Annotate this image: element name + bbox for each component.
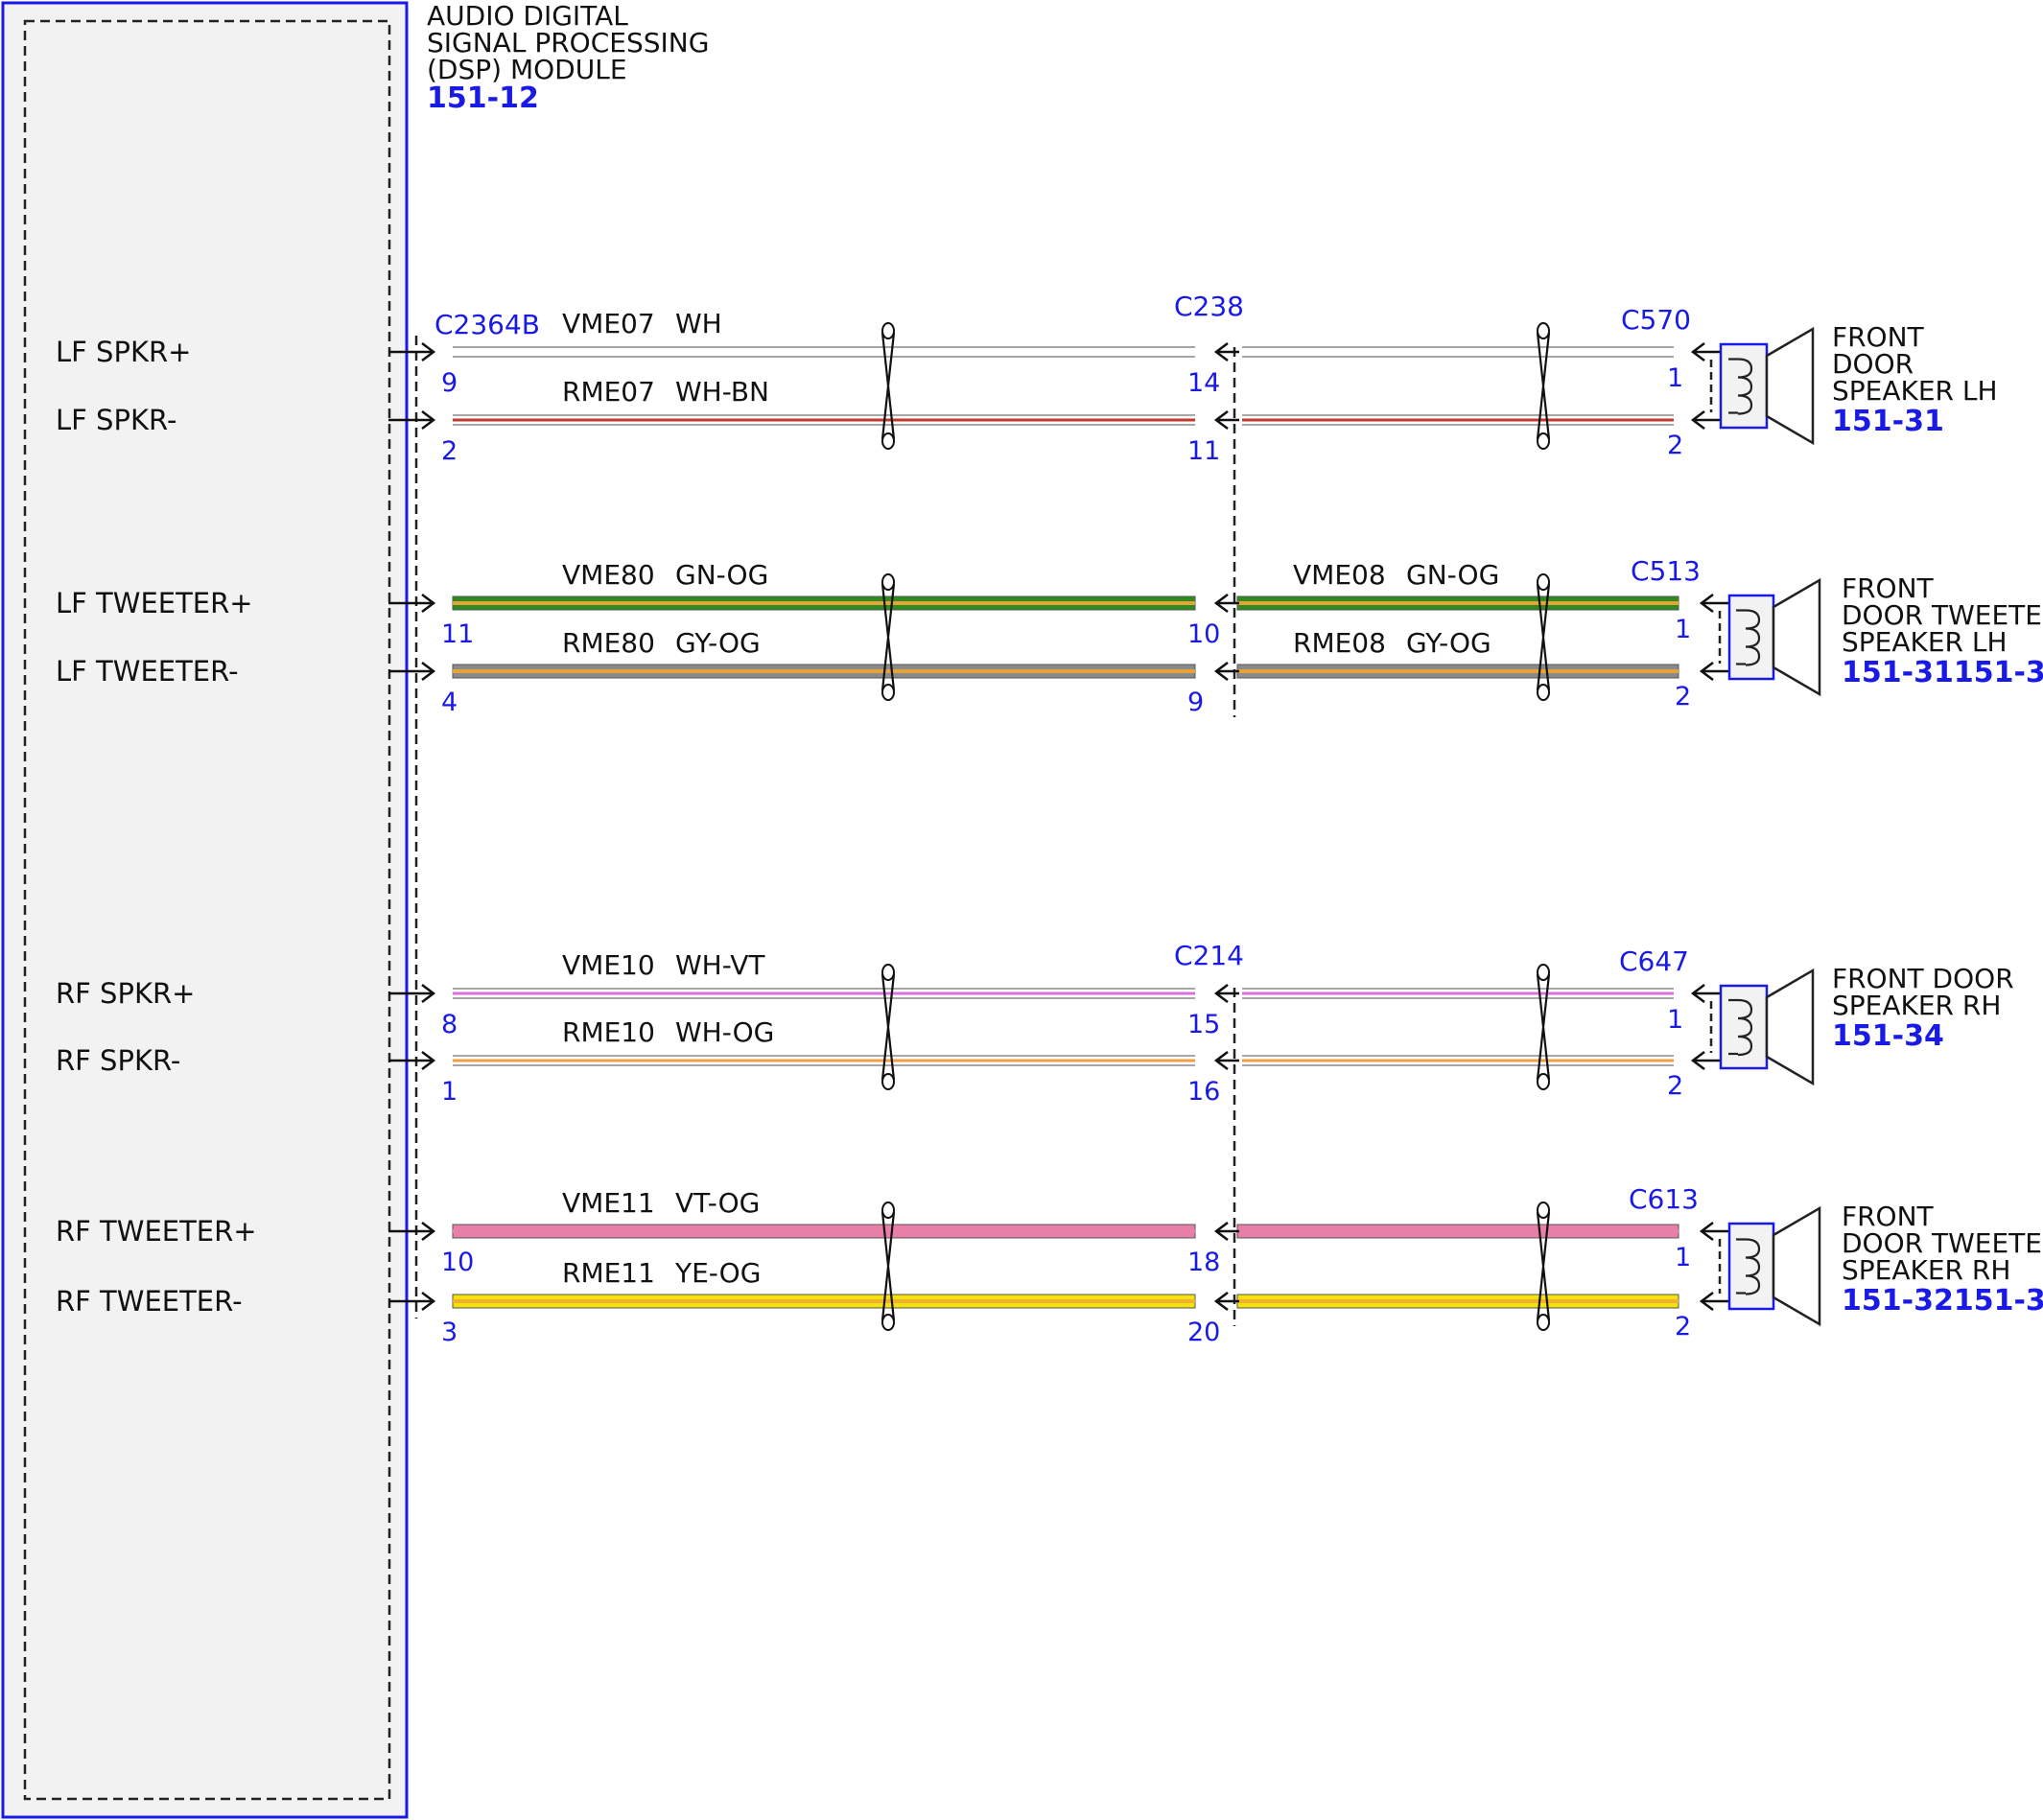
component-connector-label: C613 — [1629, 1183, 1699, 1215]
component-pin-number: 1 — [1667, 1005, 1683, 1035]
twisted-pair-marker — [881, 332, 896, 440]
module-connector-label: C2364B — [434, 309, 540, 340]
signal-label: RF TWEETER+ — [56, 1215, 257, 1248]
twist-end-bottom — [1537, 684, 1550, 701]
component-name-line: SPEAKER RH — [1832, 990, 2001, 1021]
wire-color-label: WH-OG — [675, 1016, 774, 1048]
inline-pin-number: 9 — [1187, 688, 1204, 717]
twist-end-top — [881, 964, 895, 981]
component-pin-number: 2 — [1675, 1312, 1691, 1342]
twist-end-top — [1537, 964, 1550, 981]
component-pin-number: 2 — [1667, 1071, 1683, 1101]
twist-end-bottom — [1537, 432, 1550, 450]
circuit-label: RME07 — [562, 376, 655, 408]
speaker-body — [1727, 594, 1775, 681]
speaker-cone-icon — [1765, 968, 1815, 1086]
wire-color-label: WH-VT — [675, 949, 765, 981]
circuit-label: VME80 — [562, 559, 655, 591]
twist-end-top — [881, 573, 895, 591]
signal-label: RF SPKR- — [56, 1044, 180, 1077]
twist-end-bottom — [881, 1073, 895, 1090]
right-circuit-label: RME08 — [1293, 627, 1386, 659]
wire-color-label: WH — [675, 308, 722, 339]
speaker-body — [1719, 984, 1769, 1070]
twist-end-top — [1537, 322, 1550, 339]
speaker-body — [1719, 342, 1769, 430]
twist-end-top — [881, 322, 895, 339]
speaker-cone-icon — [1765, 326, 1815, 446]
twist-end-bottom — [881, 432, 895, 450]
circuit-label: VME10 — [562, 949, 655, 981]
module-pin-number: 4 — [441, 688, 458, 717]
signal-label: LF TWEETER+ — [56, 587, 253, 619]
component-name-line: SPEAKER LH — [1842, 626, 2008, 658]
signal-label: RF SPKR+ — [56, 977, 195, 1010]
right-wire-color-label: GN-OG — [1406, 559, 1499, 591]
component-ref: 151-34 — [1832, 1019, 1944, 1053]
twisted-pair-marker — [1536, 332, 1551, 440]
wires-layer: 9VME07 WH14 12RME07 WH-BN11 211VME80 GN-OG VME… — [388, 308, 1732, 1347]
speaker-cone-icon — [1772, 577, 1821, 697]
component-connector-label: C570 — [1621, 304, 1691, 336]
component-ref: 151-31151-33 — [1842, 656, 2043, 689]
speaker-cone-icon — [1772, 1205, 1821, 1327]
signal-label: LF TWEETER- — [56, 655, 239, 688]
module-ref: 151-12 — [427, 82, 539, 115]
twist-end-bottom — [881, 684, 895, 701]
circuit-label: RME11 — [562, 1257, 655, 1289]
dsp-module-box — [1, 1, 409, 1819]
inline-pin-number: 14 — [1187, 368, 1220, 398]
signal-label: RF TWEETER- — [56, 1285, 243, 1318]
module-pin-number: 11 — [441, 619, 474, 649]
module-pin-number: 2 — [441, 436, 458, 466]
inline-connector-label-2: C214 — [1174, 940, 1244, 971]
component-name-line: SPEAKER RH — [1842, 1254, 2010, 1286]
wire-color-label: VT-OG — [675, 1187, 760, 1219]
wire-color-label: WH-BN — [675, 376, 769, 408]
component-name-line: SPEAKER LH — [1832, 375, 1998, 407]
component-pin-number: 1 — [1675, 1243, 1691, 1272]
wiring-diagram: AUDIO DIGITAL SIGNAL PROCESSING (DSP) MO… — [1, 0, 2043, 1819]
right-wire-color-label: GY-OG — [1406, 627, 1491, 659]
module-pin-number: 1 — [441, 1077, 458, 1107]
wire-color-label: YE-OG — [674, 1257, 761, 1289]
signal-label: LF SPKR+ — [56, 336, 191, 368]
component-connector-label: C647 — [1619, 945, 1689, 977]
inline-pin-number: 20 — [1187, 1318, 1220, 1347]
twist-end-bottom — [1537, 1314, 1550, 1331]
twisted-pair-marker — [881, 973, 896, 1081]
component-pin-number: 1 — [1667, 363, 1683, 393]
circuit-label: VME11 — [562, 1187, 655, 1219]
wire-color-label: GN-OG — [675, 559, 768, 591]
inline-pin-number: 15 — [1187, 1010, 1220, 1039]
inline-pin-number: 10 — [1187, 619, 1220, 649]
signal-label: LF SPKR- — [56, 404, 176, 436]
module-pin-number: 9 — [441, 368, 458, 398]
wire-color-label: GY-OG — [675, 627, 761, 659]
inline-pin-number: 11 — [1187, 436, 1220, 466]
component-connector-label: C513 — [1631, 555, 1701, 587]
component-ref: 151-31 — [1832, 405, 1944, 438]
inline-pin-number: 16 — [1187, 1077, 1220, 1107]
twist-end-bottom — [1537, 1073, 1550, 1090]
module-pin-number: 3 — [441, 1318, 458, 1347]
speaker-body — [1727, 1222, 1775, 1311]
circuit-label: RME10 — [562, 1016, 655, 1048]
inline-connector-label-1: C238 — [1174, 291, 1244, 322]
twisted-pair-marker — [1536, 973, 1551, 1081]
circuit-label: VME07 — [562, 308, 655, 339]
circuit-label: RME80 — [562, 627, 655, 659]
twist-end-top — [1537, 573, 1550, 591]
right-circuit-label: VME08 — [1293, 559, 1386, 591]
inline-pin-number: 18 — [1187, 1248, 1220, 1277]
twist-end-top — [1537, 1202, 1550, 1219]
module-pin-number: 8 — [441, 1010, 458, 1039]
component-pin-number: 2 — [1667, 431, 1683, 460]
twist-end-bottom — [881, 1314, 895, 1331]
component-ref: 151-32151-34 — [1842, 1284, 2043, 1318]
module-pin-number: 10 — [441, 1248, 474, 1277]
twist-end-top — [881, 1202, 895, 1219]
component-pin-number: 2 — [1675, 682, 1691, 712]
component-pin-number: 1 — [1675, 615, 1691, 644]
